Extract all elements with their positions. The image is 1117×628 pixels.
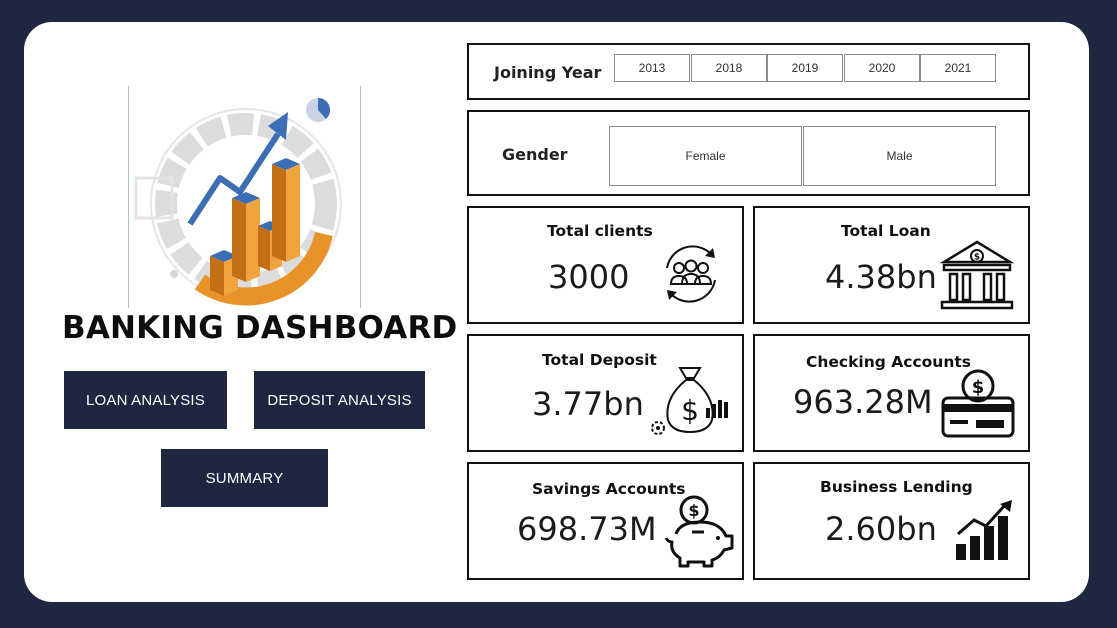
- year-option-2013[interactable]: 2013: [614, 54, 690, 82]
- clients-cycle-icon: [666, 245, 716, 303]
- svg-text:$: $: [688, 501, 699, 520]
- money-bag-icon: $: [651, 367, 728, 435]
- kpi-value-business-lending: 2.60bn: [825, 510, 937, 548]
- year-option-2019[interactable]: 2019: [767, 54, 843, 82]
- credit-card-icon: $: [941, 369, 1015, 438]
- year-option-2021[interactable]: 2021: [920, 54, 996, 82]
- kpi-title-total-deposit: Total Deposit: [542, 351, 657, 369]
- growth-chart-logo: [128, 86, 361, 308]
- svg-text:$: $: [681, 394, 699, 427]
- svg-text:$: $: [974, 253, 980, 263]
- growth-chart-icon: [956, 500, 1012, 560]
- kpi-value-total-loan: 4.38bn: [825, 258, 937, 296]
- kpi-value-total-deposit: 3.77bn: [532, 385, 644, 423]
- bank-icon: $: [940, 240, 1014, 310]
- year-option-2020[interactable]: 2020: [844, 54, 920, 82]
- gender-option-female[interactable]: Female: [609, 126, 802, 186]
- logo-right-border: [360, 86, 361, 308]
- year-option-2018[interactable]: 2018: [691, 54, 767, 82]
- gender-option-male[interactable]: Male: [803, 126, 996, 186]
- kpi-value-total-clients: 3000: [548, 258, 630, 296]
- deposit-analysis-button[interactable]: DEPOSIT ANALYSIS: [254, 371, 425, 429]
- summary-button[interactable]: SUMMARY: [161, 449, 328, 507]
- logo-left-border: [128, 86, 129, 308]
- kpi-title-total-loan: Total Loan: [841, 222, 931, 240]
- svg-text:$: $: [972, 377, 985, 398]
- kpi-title-total-clients: Total clients: [547, 222, 653, 240]
- gender-label: Gender: [502, 145, 568, 164]
- piggy-bank-icon: $: [664, 495, 734, 568]
- joining-year-label: Joining Year: [494, 63, 602, 82]
- logo-graphic-icon: [134, 97, 342, 306]
- loan-analysis-button[interactable]: LOAN ANALYSIS: [64, 371, 227, 429]
- page-title: BANKING DASHBOARD: [62, 310, 458, 346]
- kpi-value-savings-accounts: 698.73M: [517, 510, 657, 548]
- kpi-value-checking-accounts: 963.28M: [793, 383, 933, 421]
- kpi-title-business-lending: Business Lending: [820, 478, 973, 496]
